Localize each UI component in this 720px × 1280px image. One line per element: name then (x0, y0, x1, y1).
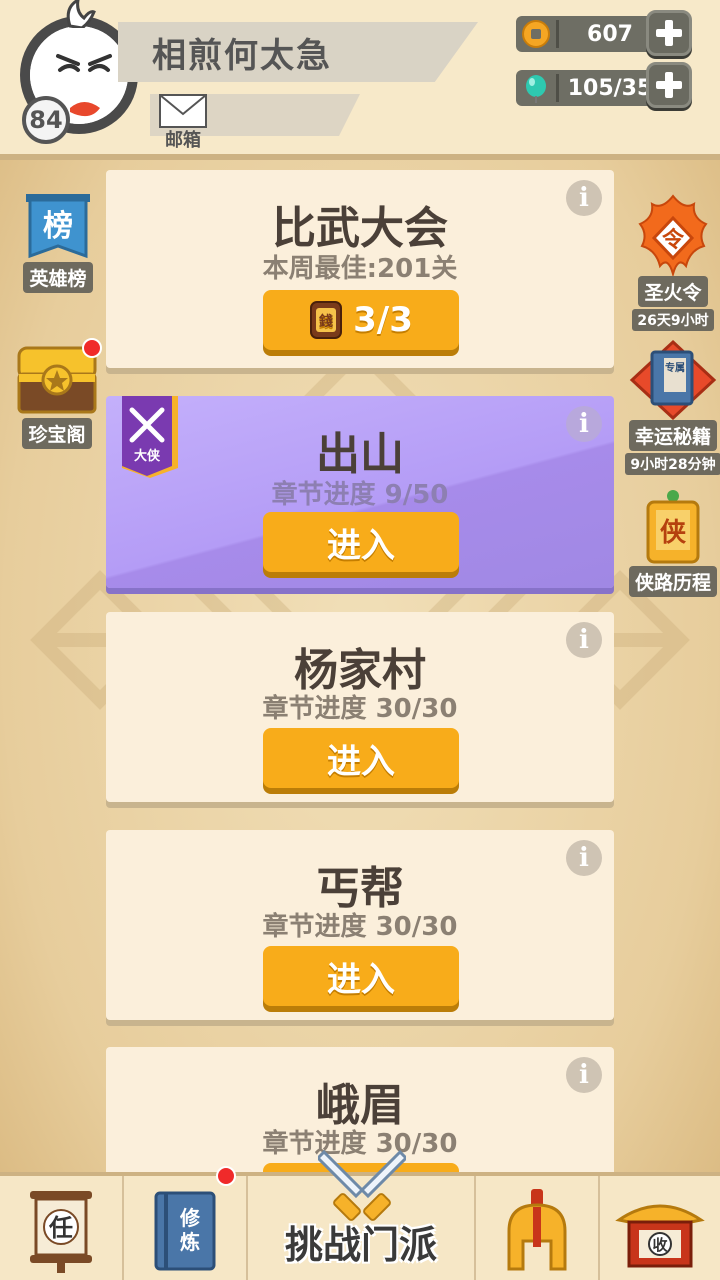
gem-value: 105/35 (567, 75, 653, 101)
svg-text:榜: 榜 (43, 209, 73, 244)
top-header: 84 相煎何太急 邮箱 607 105/35 (0, 0, 720, 160)
coin-icon (522, 20, 550, 48)
svg-text:收: 收 (652, 1236, 667, 1254)
lucky-manual-timer: 9小时28分钟 (625, 453, 720, 475)
holy-fire-timer: 26天9小时 (632, 309, 714, 331)
cultivation-book-icon: 修 炼 (154, 1191, 216, 1271)
svg-text:修: 修 (179, 1206, 201, 1230)
chushan-chapter-card[interactable]: 大侠 i 出山 章节进度 9/50 进入 (106, 396, 614, 588)
bottom-navigation: 任 修 炼 挑战门派 收 (0, 1149, 720, 1280)
envelope-icon (159, 94, 207, 128)
card-subtitle: 章节进度 30/30 (262, 912, 458, 942)
flame-token-icon: 令 (638, 194, 708, 276)
plus-icon (656, 72, 682, 98)
card-title: 比武大会 (272, 203, 448, 254)
notification-dot (216, 1166, 236, 1186)
svg-text:炼: 炼 (180, 1230, 200, 1254)
challenge-sects-label: 挑战门派 (284, 1223, 437, 1267)
svg-text:专属: 专属 (665, 361, 685, 374)
card-title: 出山 (316, 429, 404, 480)
holy-fire-token-button[interactable]: 令 圣火令 26天9小时 (630, 194, 716, 331)
svg-text:錢: 錢 (319, 313, 333, 330)
enter-button[interactable]: 进入 (263, 946, 459, 1006)
ticket-icon: 錢 (310, 301, 343, 339)
tournament-card[interactable]: i 比武大会 本周最佳:201关 錢 3/3 (106, 170, 614, 368)
card-subtitle: 章节进度 9/50 (271, 480, 449, 510)
hero-journey-button[interactable]: 侠 侠路历程 (629, 486, 718, 597)
card-subtitle: 本周最佳:201关 (262, 254, 458, 284)
nav-challenge-sects[interactable]: 挑战门派 (248, 1149, 476, 1280)
ranking-banner-icon: 榜 (26, 194, 90, 259)
pavilion-collect-icon: 收 (615, 1204, 705, 1268)
nav-cultivation[interactable]: 修 炼 (124, 1166, 248, 1280)
svg-text:任: 任 (48, 1214, 73, 1242)
add-coins-button[interactable] (646, 10, 692, 56)
hero-ranking-button[interactable]: 榜 英雄榜 (14, 192, 102, 293)
holy-fire-token-label: 圣火令 (638, 276, 708, 307)
hero-ranking-label: 英雄榜 (23, 262, 93, 293)
helmet-icon (507, 1189, 567, 1271)
lucky-manual-button[interactable]: 专属 幸运秘籍 9小时28分钟 (625, 338, 720, 475)
manual-book-icon: 专属 (629, 339, 717, 420)
svg-text:侠: 侠 (660, 517, 687, 548)
plus-icon (656, 20, 682, 46)
gaibang-chapter-card[interactable]: i 丐帮 章节进度 30/30 进入 (106, 830, 614, 1020)
enter-button[interactable]: 进入 (263, 728, 459, 788)
journey-gourd-icon: 侠 (646, 490, 700, 564)
lucky-manual-label: 幸运秘籍 (628, 420, 717, 451)
treasure-pavilion-button[interactable]: 珍宝阁 (12, 338, 102, 449)
notification-dot (82, 338, 102, 358)
mailbox-button[interactable]: 邮箱 (156, 94, 210, 152)
coin-value: 607 (587, 21, 633, 47)
nav-tasks[interactable]: 任 (0, 1176, 124, 1280)
card-subtitle: 章节进度 30/30 (262, 694, 458, 724)
enter-button[interactable]: 进入 (263, 512, 459, 572)
nav-collect[interactable]: 收 (600, 1176, 720, 1280)
player-level-badge: 84 (22, 96, 70, 144)
tickets-count: 3/3 (353, 300, 413, 340)
nav-equipment[interactable] (476, 1176, 600, 1280)
task-scroll-icon: 任 (30, 1191, 92, 1273)
svg-text:令: 令 (662, 227, 685, 253)
tournament-tickets-button[interactable]: 錢 3/3 (263, 290, 459, 350)
yangjiacun-chapter-card[interactable]: i 杨家村 章节进度 30/30 进入 (106, 612, 614, 802)
gourd-gem-icon (526, 75, 546, 103)
add-gems-button[interactable] (646, 62, 692, 108)
mailbox-label: 邮箱 (165, 130, 201, 151)
treasure-pavilion-label: 珍宝阁 (22, 418, 92, 449)
player-name: 相煎何太急 (152, 36, 332, 76)
hero-journey-label: 侠路历程 (629, 566, 718, 597)
goose-crest-icon (66, 0, 96, 28)
